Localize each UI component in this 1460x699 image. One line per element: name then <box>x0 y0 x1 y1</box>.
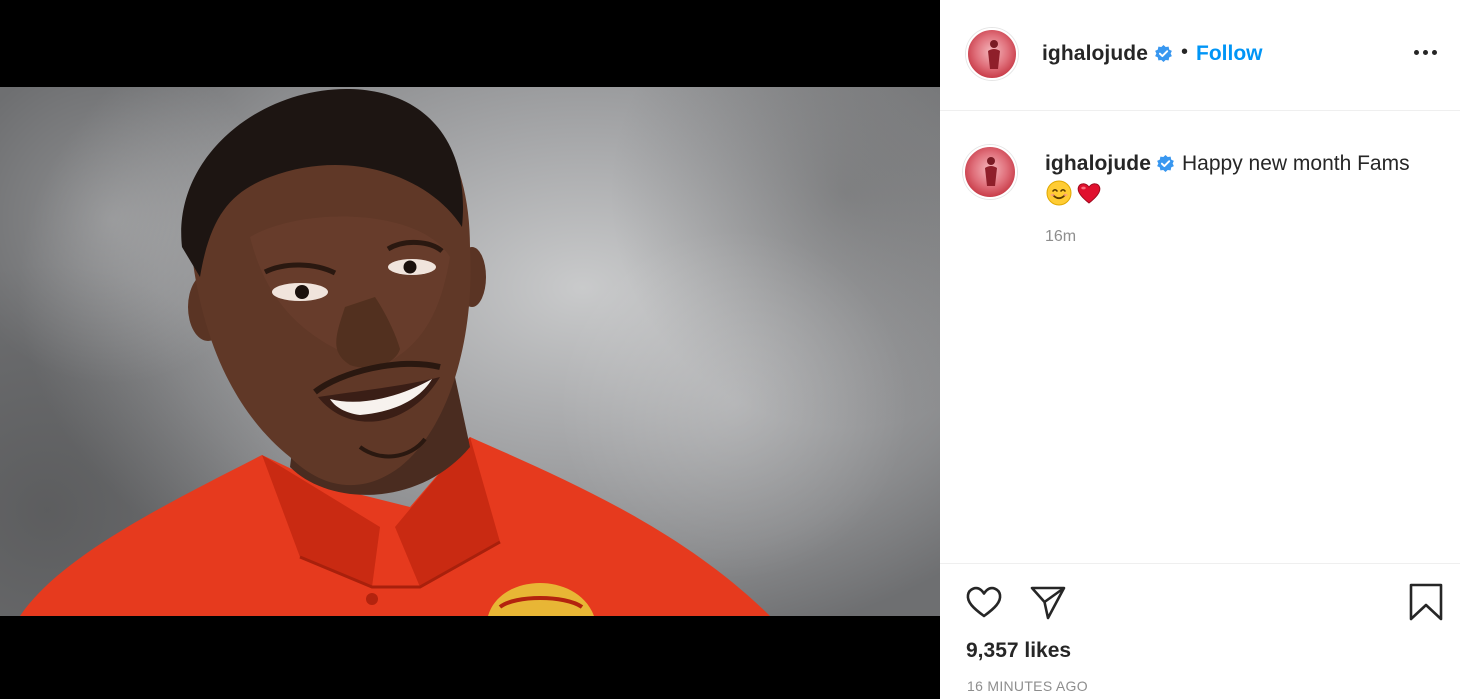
smiling-face-emoji-icon <box>1046 180 1072 206</box>
post-side-panel: ighalojude • Follow ighalojude Happy new… <box>940 0 1460 699</box>
likes-count[interactable]: 9,357 likes <box>966 639 1071 663</box>
post-photo[interactable] <box>0 87 940 616</box>
caption-username[interactable]: ighalojude <box>1045 152 1151 176</box>
paper-plane-icon[interactable] <box>1028 582 1068 622</box>
portrait-illustration <box>20 88 770 616</box>
heart-outline-icon[interactable] <box>964 582 1004 622</box>
post-timestamp: 16 MINUTES AGO <box>967 678 1088 694</box>
avatar-figure <box>988 40 1000 69</box>
verified-badge-icon <box>1155 44 1172 63</box>
caption-avatar[interactable] <box>963 145 1017 199</box>
author-username[interactable]: ighalojude <box>1042 42 1148 66</box>
follow-button[interactable]: Follow <box>1196 42 1263 66</box>
separator-dot: • <box>1181 41 1189 63</box>
post-actions: 9,357 likes 16 MINUTES AGO <box>940 563 1460 699</box>
caption-text: Happy new month Fams <box>1182 152 1410 175</box>
red-heart-emoji-icon <box>1077 183 1101 204</box>
bookmark-outline-icon[interactable] <box>1406 582 1446 622</box>
post-header: ighalojude • Follow <box>940 0 1460 111</box>
post-media[interactable] <box>0 0 940 699</box>
caption-comment: ighalojude Happy new month Fams 16m <box>940 112 1460 272</box>
author-avatar[interactable] <box>966 28 1018 80</box>
caption-timestamp: 16m <box>1045 228 1077 245</box>
more-options-icon[interactable] <box>1412 36 1444 68</box>
avatar-figure <box>985 157 997 186</box>
verified-badge-icon <box>1157 154 1174 173</box>
